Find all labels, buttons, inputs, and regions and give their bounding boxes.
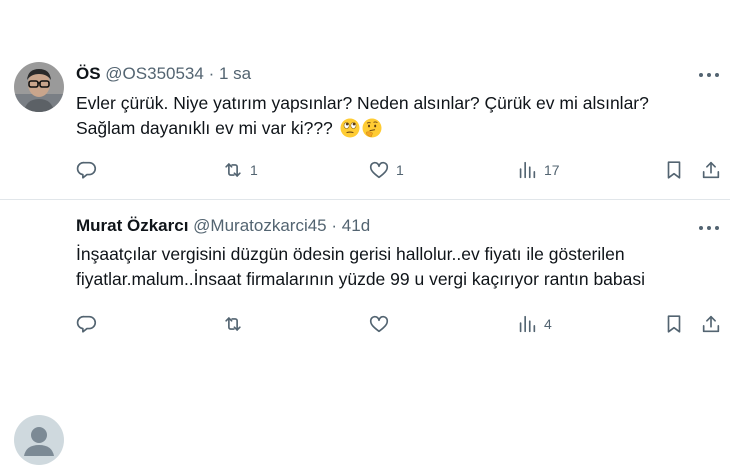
tweet-actions: 4: [0, 311, 730, 337]
tweet-header: ÖS @OS350534 · 1 sa: [76, 64, 251, 84]
reply-icon: [76, 161, 97, 179]
bookmark-button[interactable]: [663, 311, 685, 337]
author-name[interactable]: Murat Özkarcı: [76, 216, 188, 235]
share-button[interactable]: [700, 311, 722, 337]
share-icon: [702, 161, 720, 179]
more-icon[interactable]: [698, 223, 720, 233]
timestamp[interactable]: 41d: [342, 216, 370, 235]
tweet-text-line: Evler çürük. Niye yatırım yapsınlar? Ned…: [76, 93, 649, 113]
bookmark-icon: [667, 161, 681, 179]
views-button[interactable]: 17: [516, 157, 560, 183]
separator: ·: [331, 216, 338, 235]
retweet-button[interactable]: 1: [222, 157, 258, 183]
share-button[interactable]: [700, 157, 722, 183]
like-count: 1: [396, 162, 404, 178]
tweet-text-line: Sağlam dayanıklı ev mi var ki???: [76, 118, 333, 138]
retweet-count: 1: [250, 162, 258, 178]
avatar[interactable]: [14, 62, 64, 112]
author-name[interactable]: ÖS: [76, 64, 101, 83]
author-handle[interactable]: @OS350534: [105, 64, 204, 83]
like-button[interactable]: 1: [368, 157, 404, 183]
tweet-text: Evler çürük. Niye yatırım yapsınlar? Ned…: [76, 91, 716, 141]
tweet-text: İnşaatçılar vergisini düzgün ödesin geri…: [76, 242, 716, 292]
rolling-eyes-emoji: [340, 118, 360, 138]
tweet[interactable]: Murat Özkarcı @Muratozkarci45 · 41d İnşa…: [0, 200, 730, 465]
view-count: 4: [544, 316, 552, 332]
bookmark-icon: [667, 315, 681, 333]
tweet[interactable]: ÖS @OS350534 · 1 sa Evler çürük. Niye ya…: [0, 0, 730, 199]
thinking-face-emoji: [362, 118, 382, 138]
tweet-header: Murat Özkarcı @Muratozkarci45 · 41d: [76, 216, 370, 236]
like-icon: [369, 315, 389, 333]
view-count: 17: [544, 162, 560, 178]
reply-icon: [76, 315, 97, 333]
reply-button[interactable]: [76, 157, 98, 183]
retweet-icon: [225, 163, 241, 177]
views-icon: [519, 315, 536, 333]
views-icon: [519, 161, 536, 179]
tweet-actions: 1 1 17: [0, 157, 730, 183]
retweet-button[interactable]: [222, 311, 244, 337]
share-icon: [702, 315, 720, 333]
separator: ·: [208, 64, 215, 83]
timestamp[interactable]: 1 sa: [219, 64, 251, 83]
retweet-icon: [225, 317, 241, 331]
more-icon[interactable]: [698, 70, 720, 80]
like-icon: [369, 161, 389, 179]
like-button[interactable]: [368, 311, 390, 337]
bookmark-button[interactable]: [663, 157, 685, 183]
reply-button[interactable]: [76, 311, 98, 337]
default-avatar[interactable]: [14, 415, 64, 465]
tweet-text-line: fiyatlar.malum..İnsaat firmalarının yüzd…: [76, 269, 646, 289]
tweet-text-line: İnşaatçılar vergisini düzgün ödesin geri…: [76, 244, 625, 264]
views-button[interactable]: 4: [516, 311, 552, 337]
author-handle[interactable]: @Muratozkarci45: [193, 216, 326, 235]
tweet-text-line-with-emoji: Sağlam dayanıklı ev mi var ki???: [76, 116, 716, 141]
